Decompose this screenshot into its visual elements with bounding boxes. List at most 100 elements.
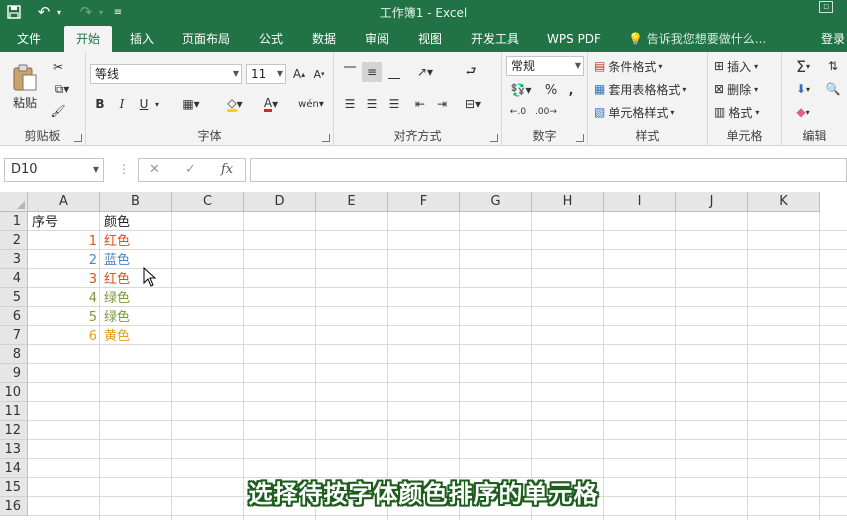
- number-launcher-icon[interactable]: [576, 134, 584, 142]
- cell-b6[interactable]: 绿色: [101, 308, 133, 327]
- column-header-i[interactable]: I: [604, 192, 676, 212]
- tab-review[interactable]: 审阅: [358, 26, 396, 52]
- column-header-d[interactable]: D: [244, 192, 316, 212]
- enter-icon[interactable]: ✓: [185, 162, 196, 177]
- cell-a2[interactable]: 1: [29, 232, 100, 251]
- cell-a4[interactable]: 3: [29, 270, 100, 289]
- bold-button[interactable]: B: [92, 94, 108, 114]
- format-cells-button[interactable]: ▥ 格式 ▾: [714, 102, 778, 122]
- clear-icon[interactable]: ◆ ▾: [788, 102, 818, 122]
- row-header-1[interactable]: 1: [0, 212, 28, 231]
- cell-b7[interactable]: 黄色: [101, 327, 133, 346]
- format-painter-icon[interactable]: 🖌: [48, 102, 68, 120]
- row-header-13[interactable]: 13: [0, 440, 28, 459]
- sign-in-link[interactable]: 登录: [818, 26, 847, 52]
- name-box[interactable]: D10 ▼: [4, 158, 104, 182]
- row-header-11[interactable]: 11: [0, 402, 28, 421]
- row-header-9[interactable]: 9: [0, 364, 28, 383]
- font-name-select[interactable]: 等线 ▼: [90, 64, 242, 84]
- cell-b5[interactable]: 绿色: [101, 289, 133, 308]
- increase-indent-icon[interactable]: ⇥: [432, 94, 452, 114]
- tab-data[interactable]: 数据: [304, 26, 344, 52]
- column-header-k[interactable]: K: [748, 192, 820, 212]
- row-header-12[interactable]: 12: [0, 421, 28, 440]
- formula-bar-grip-icon[interactable]: ⋮: [118, 162, 130, 176]
- column-header-j[interactable]: J: [676, 192, 748, 212]
- tab-wps-pdf[interactable]: WPS PDF: [540, 26, 608, 52]
- underline-button[interactable]: U: [136, 94, 152, 114]
- format-as-table-button[interactable]: ▦ 套用表格格式 ▾: [594, 79, 702, 99]
- cell-a7[interactable]: 6: [29, 327, 100, 346]
- column-header-c[interactable]: C: [172, 192, 244, 212]
- tab-insert[interactable]: 插入: [122, 26, 162, 52]
- phonetic-guide-button[interactable]: wén ▾: [296, 92, 326, 116]
- tab-page-layout[interactable]: 页面布局: [176, 26, 236, 52]
- conditional-formatting-button[interactable]: ▤ 条件格式 ▾: [594, 56, 702, 76]
- alignment-launcher-icon[interactable]: [490, 134, 498, 142]
- row-header-4[interactable]: 4: [0, 269, 28, 288]
- cell-a6[interactable]: 5: [29, 308, 100, 327]
- grow-font-icon[interactable]: A ▴: [290, 64, 308, 84]
- underline-dropdown-icon[interactable]: ▾: [152, 94, 162, 114]
- find-select-icon[interactable]: 🔍: [822, 79, 844, 99]
- cell-b3[interactable]: 蓝色: [101, 251, 133, 270]
- accounting-format-icon[interactable]: 💱▾: [506, 80, 536, 100]
- row-header-7[interactable]: 7: [0, 326, 28, 345]
- column-header-b[interactable]: B: [100, 192, 172, 212]
- insert-cells-button[interactable]: ⊞ 插入 ▾: [714, 56, 778, 76]
- column-header-h[interactable]: H: [532, 192, 604, 212]
- tab-view[interactable]: 视图: [410, 26, 450, 52]
- cell-b4[interactable]: 红色: [101, 270, 133, 289]
- tab-formulas[interactable]: 公式: [252, 26, 290, 52]
- autosum-icon[interactable]: Σ ▾: [788, 56, 818, 76]
- tab-developer[interactable]: 开发工具: [464, 26, 526, 52]
- paste-button[interactable]: [8, 58, 42, 98]
- row-header-5[interactable]: 5: [0, 288, 28, 307]
- fill-color-icon[interactable]: ◇ ▾: [220, 94, 250, 114]
- column-header-g[interactable]: G: [460, 192, 532, 212]
- align-bottom-icon[interactable]: ⎽: [384, 62, 404, 82]
- fill-icon[interactable]: ⬇ ▾: [788, 79, 818, 99]
- paste-label[interactable]: 粘贴: [8, 94, 42, 110]
- font-size-select[interactable]: 11 ▼: [246, 64, 286, 84]
- tell-me-box[interactable]: 💡 告诉我您想要做什么...: [628, 26, 766, 52]
- percent-button[interactable]: %: [542, 80, 560, 100]
- cell-a1[interactable]: 序号: [29, 213, 61, 232]
- borders-icon[interactable]: ▦▾: [176, 94, 206, 114]
- tab-file[interactable]: 文件: [6, 26, 52, 52]
- decrease-decimal-icon[interactable]: .00→: [534, 102, 558, 122]
- tab-home[interactable]: 开始: [64, 26, 112, 52]
- font-launcher-icon[interactable]: [322, 134, 330, 142]
- shrink-font-icon[interactable]: A ▾: [310, 64, 328, 84]
- cell-b1[interactable]: 颜色: [101, 213, 133, 232]
- column-header-f[interactable]: F: [388, 192, 460, 212]
- column-header-a[interactable]: A: [28, 192, 100, 212]
- insert-function-icon[interactable]: fx: [221, 162, 233, 177]
- row-header-8[interactable]: 8: [0, 345, 28, 364]
- column-header-e[interactable]: E: [316, 192, 388, 212]
- copy-icon[interactable]: ⧉▾: [48, 80, 76, 98]
- formula-input[interactable]: [250, 158, 847, 182]
- align-right-icon[interactable]: ☰: [384, 94, 404, 114]
- comma-style-button[interactable]: ,: [564, 80, 578, 100]
- sort-filter-icon[interactable]: ⇅: [822, 56, 844, 76]
- cell-a5[interactable]: 4: [29, 289, 100, 308]
- align-middle-icon[interactable]: ≡: [362, 62, 382, 82]
- select-all-button[interactable]: [0, 192, 28, 212]
- align-left-icon[interactable]: ☰: [340, 94, 360, 114]
- cell-a3[interactable]: 2: [29, 251, 100, 270]
- cut-icon[interactable]: ✂: [48, 58, 68, 76]
- align-top-icon[interactable]: ⎺: [340, 62, 360, 82]
- cancel-icon[interactable]: ✕: [149, 162, 160, 177]
- orientation-icon[interactable]: ↗▾: [410, 62, 440, 82]
- cell-styles-button[interactable]: ▧ 单元格样式 ▾: [594, 102, 702, 122]
- delete-cells-button[interactable]: ⊠ 删除 ▾: [714, 79, 778, 99]
- italic-button[interactable]: I: [114, 94, 130, 114]
- row-header-10[interactable]: 10: [0, 383, 28, 402]
- merge-center-icon[interactable]: ⊟▾: [458, 94, 488, 114]
- increase-decimal-icon[interactable]: ←.0: [506, 102, 530, 122]
- cell-b2[interactable]: 红色: [101, 232, 133, 251]
- decrease-indent-icon[interactable]: ⇤: [410, 94, 430, 114]
- number-format-select[interactable]: 常规 ▼: [506, 56, 584, 76]
- align-center-icon[interactable]: ☰: [362, 94, 382, 114]
